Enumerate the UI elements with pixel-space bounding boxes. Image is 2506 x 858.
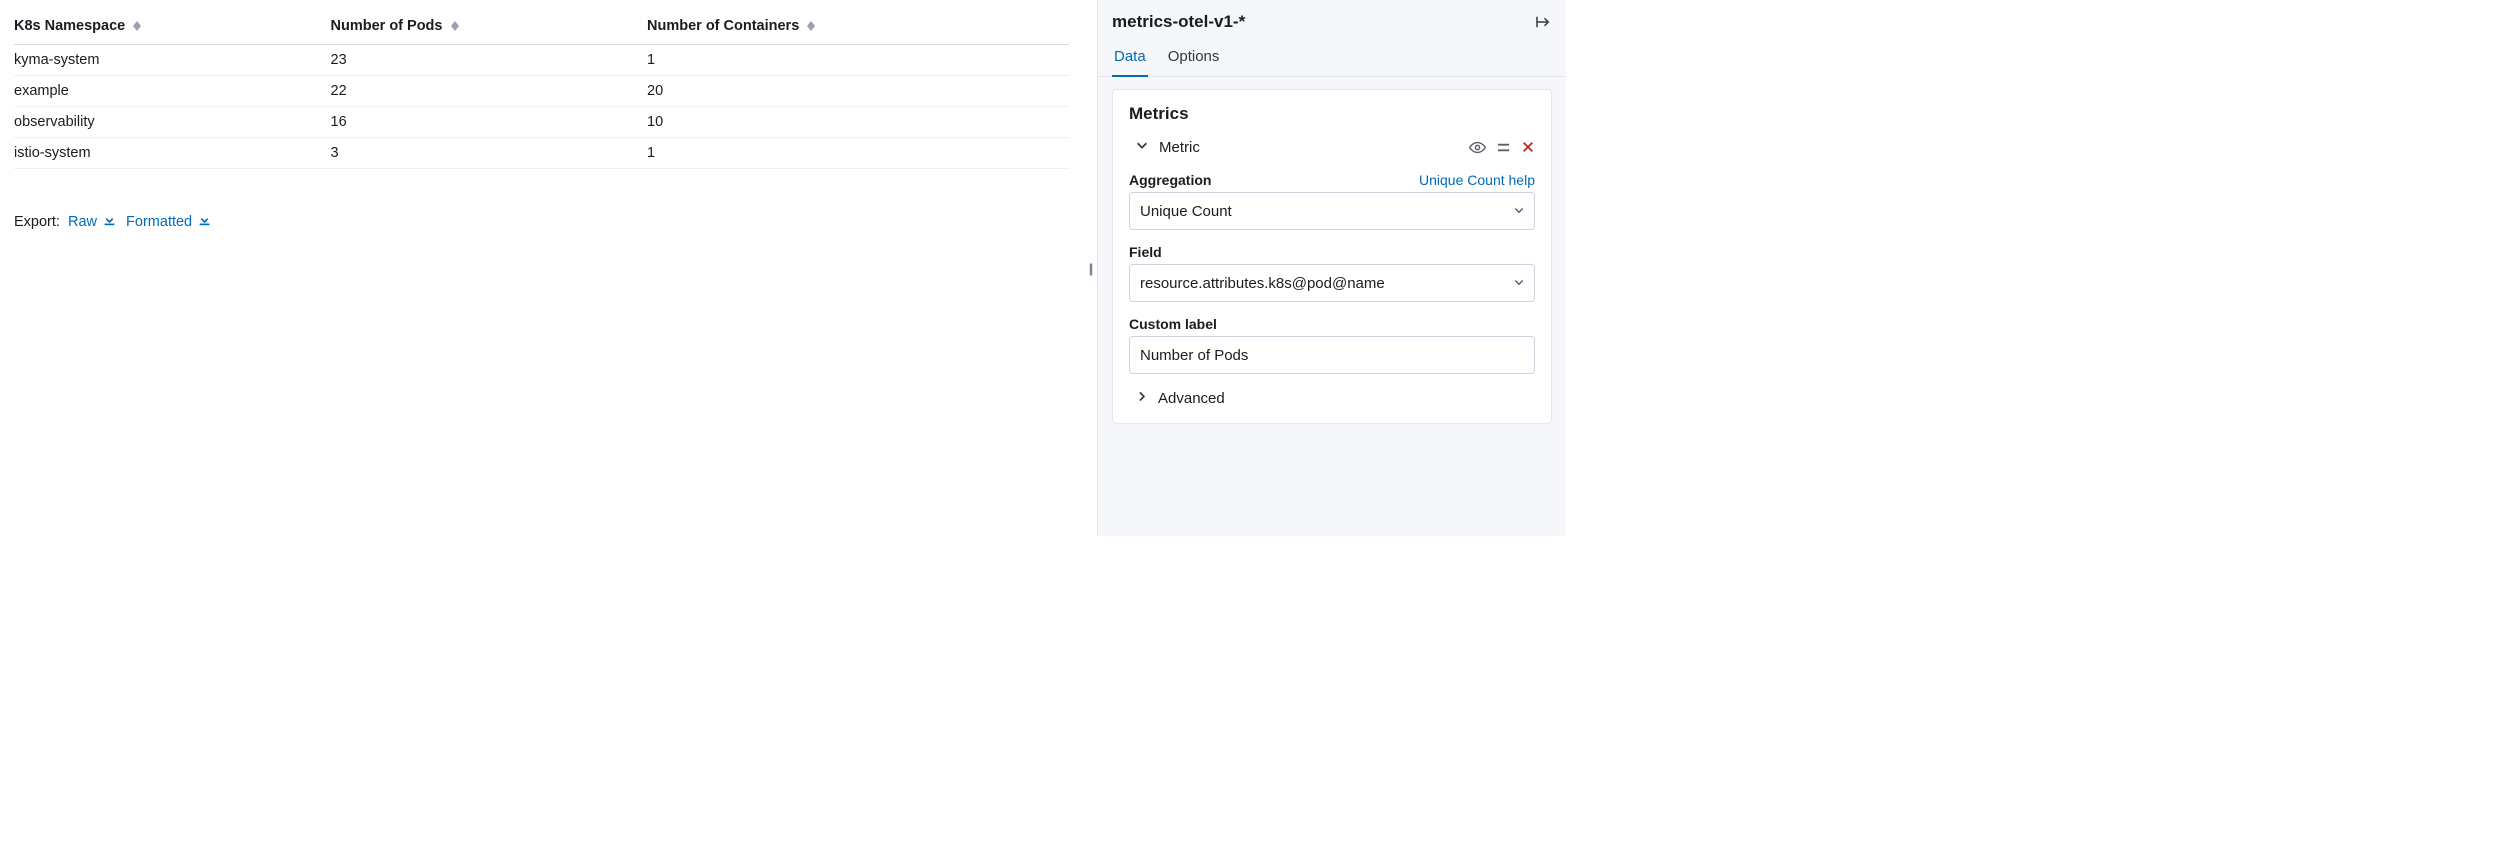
pane-splitter[interactable]: || (1083, 0, 1097, 536)
chevron-down-icon (1135, 138, 1149, 156)
aggregation-help-link[interactable]: Unique Count help (1419, 172, 1535, 188)
sort-icon (451, 21, 459, 31)
col-header-label: Number of Containers (647, 18, 799, 34)
export-formatted-link[interactable]: Formatted (126, 214, 211, 230)
export-formatted-label: Formatted (126, 214, 192, 230)
table-row[interactable]: observability1610 (14, 107, 1069, 138)
table-cell: 1 (647, 138, 1069, 169)
table-cell: 20 (647, 76, 1069, 107)
col-header-containers[interactable]: Number of Containers (647, 18, 1069, 45)
export-row: Export: Raw Formatted (14, 213, 1069, 230)
advanced-label: Advanced (1158, 390, 1225, 407)
metric-header[interactable]: Metric (1129, 136, 1535, 166)
metrics-panel: Metrics Metric (1112, 89, 1552, 424)
table-cell: 10 (647, 107, 1069, 138)
sidebar: metrics-otel-v1-* Data Options Metrics M… (1097, 0, 1566, 536)
table-row[interactable]: kyma-system231 (14, 45, 1069, 76)
toggle-visibility-icon[interactable] (1469, 139, 1486, 156)
panel-title: Metrics (1129, 104, 1535, 124)
download-icon (198, 214, 211, 230)
main-content: K8s Namespace Number of Pods (0, 0, 1083, 536)
table-cell: observability (14, 107, 331, 138)
chevron-right-icon (1135, 390, 1148, 407)
advanced-toggle[interactable]: Advanced (1129, 390, 1535, 407)
col-header-namespace[interactable]: K8s Namespace (14, 18, 331, 45)
col-header-pods[interactable]: Number of Pods (331, 18, 648, 45)
table-cell: example (14, 76, 331, 107)
custom-label-label: Custom label (1129, 316, 1217, 332)
sort-icon (807, 21, 815, 31)
remove-icon[interactable] (1521, 140, 1535, 154)
metric-label: Metric (1159, 139, 1200, 156)
export-raw-label: Raw (68, 214, 97, 230)
download-icon (103, 214, 120, 230)
field-select[interactable]: resource.attributes.k8s@pod@name (1129, 264, 1535, 302)
sidebar-title: metrics-otel-v1-* (1112, 12, 1245, 32)
table-cell: 23 (331, 45, 648, 76)
results-table: K8s Namespace Number of Pods (14, 18, 1069, 169)
sidebar-tabs: Data Options (1098, 32, 1566, 77)
table-cell: 22 (331, 76, 648, 107)
export-label: Export: (14, 214, 60, 230)
tab-data[interactable]: Data (1112, 42, 1148, 77)
sort-icon (133, 21, 141, 31)
table-cell: 1 (647, 45, 1069, 76)
custom-label-input[interactable] (1129, 336, 1535, 374)
table-cell: kyma-system (14, 45, 331, 76)
col-header-label: K8s Namespace (14, 18, 125, 34)
export-raw-link[interactable]: Raw (68, 214, 120, 230)
aggregation-label: Aggregation (1129, 172, 1211, 188)
aggregation-select[interactable]: Unique Count (1129, 192, 1535, 230)
field-value: resource.attributes.k8s@pod@name (1140, 275, 1385, 292)
table-cell: 3 (331, 138, 648, 169)
aggregation-value: Unique Count (1140, 203, 1232, 220)
table-cell: istio-system (14, 138, 331, 169)
collapse-panel-icon[interactable] (1534, 13, 1552, 31)
table-row[interactable]: example2220 (14, 76, 1069, 107)
table-row[interactable]: istio-system31 (14, 138, 1069, 169)
drag-handle-icon[interactable] (1496, 140, 1511, 155)
table-cell: 16 (331, 107, 648, 138)
tab-options[interactable]: Options (1166, 42, 1222, 77)
col-header-label: Number of Pods (331, 18, 443, 34)
field-label: Field (1129, 244, 1162, 260)
